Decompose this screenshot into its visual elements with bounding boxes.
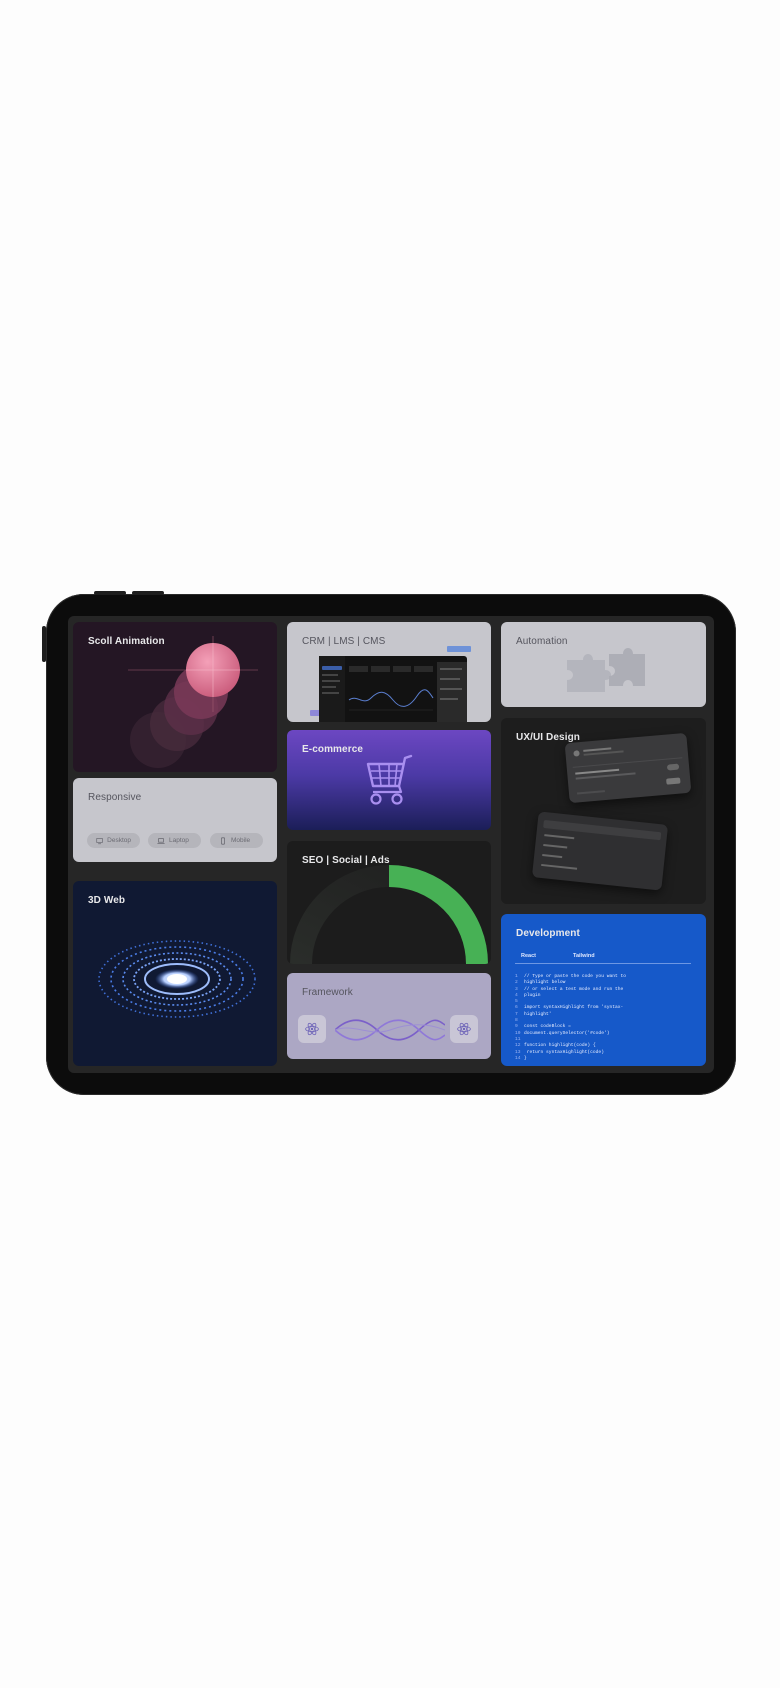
- shopping-cart-icon: [366, 754, 413, 805]
- gauge-fill: [388, 865, 488, 964]
- framework-badge-left: [298, 1015, 326, 1043]
- card-responsive[interactable]: Responsive Desktop Laptop Mobile: [73, 778, 277, 862]
- puzzle-icon: [567, 648, 645, 692]
- card-development[interactable]: Development React Tailwind 1// Type or p…: [501, 914, 706, 1066]
- code-text: return syntaxHighlight(code): [524, 1049, 604, 1055]
- card-title: CRM | LMS | CMS: [302, 636, 386, 647]
- tablet-screen: Scoll Animation Responsive Desktop Lapto…: [68, 616, 714, 1073]
- power-button: [42, 626, 46, 662]
- code-text: highlight below: [524, 980, 566, 986]
- line-number: 14: [515, 1055, 521, 1061]
- tab-divider: [515, 963, 691, 964]
- code-text: import syntaxHighlight from 'syntax-: [524, 1005, 624, 1011]
- card-title: Development: [516, 928, 580, 939]
- chip-laptop[interactable]: Laptop: [148, 833, 201, 848]
- chip-label: Desktop: [107, 837, 131, 844]
- card-title: UX/UI Design: [516, 732, 580, 743]
- card-scroll-animation[interactable]: Scoll Animation: [73, 622, 277, 772]
- atom-icon: [305, 1022, 319, 1036]
- seo-gauge: [290, 865, 488, 964]
- code-text: function highlight(code) {: [524, 1043, 596, 1049]
- chip-label: Laptop: [169, 837, 189, 844]
- card-title: E-commerce: [302, 744, 364, 755]
- code-text: plugin: [524, 992, 541, 998]
- atom-icon: [457, 1022, 471, 1036]
- wave-graphic: [335, 1019, 445, 1041]
- card-seo[interactable]: SEO | Social | Ads: [287, 841, 491, 964]
- tab-tailwind[interactable]: Tailwind: [573, 953, 595, 959]
- code-text: document.querySelector('#code'): [524, 1030, 610, 1036]
- chip-label: Mobile: [231, 837, 251, 844]
- card-ecommerce[interactable]: E-commerce: [287, 730, 491, 830]
- card-title: Framework: [302, 987, 353, 998]
- card-uxui[interactable]: UX/UI Design: [501, 718, 706, 904]
- galaxy-graphic: [98, 940, 256, 1018]
- card-framework[interactable]: Framework: [287, 973, 491, 1059]
- chip-mobile[interactable]: Mobile: [210, 833, 263, 848]
- dashboard-sidebar: [319, 656, 345, 722]
- ui-mock-settings: [564, 732, 692, 804]
- desktop-icon: [96, 837, 103, 844]
- code-line: 14}: [515, 1056, 695, 1062]
- cursor-tag: [447, 646, 471, 652]
- code-text: // Type or paste the code you want to: [524, 974, 626, 979]
- laptop-icon: [157, 837, 165, 844]
- code-text: const codeBlock =: [524, 1024, 571, 1030]
- dashboard-chart: [348, 689, 434, 711]
- card-automation[interactable]: Automation: [501, 622, 706, 707]
- card-title: Automation: [516, 636, 568, 647]
- code-text: }: [524, 1055, 527, 1061]
- volume-button: [94, 591, 126, 595]
- toggle-switch: [666, 763, 680, 771]
- card-title: Responsive: [88, 792, 142, 803]
- code-text: highlight': [524, 1011, 552, 1017]
- ui-mock-list: [531, 811, 669, 891]
- volume-button: [132, 591, 164, 595]
- code-block: 1// Type or paste the code you want to 2 h…: [515, 974, 695, 1062]
- dashboard-panel: [437, 662, 467, 722]
- tab-react[interactable]: React: [521, 953, 536, 959]
- code-text: // or select a test mode and run the: [524, 986, 624, 992]
- card-3d-web[interactable]: 3D Web: [73, 881, 277, 1066]
- card-crm[interactable]: CRM | LMS | CMS: [287, 622, 491, 722]
- mobile-icon: [221, 836, 225, 845]
- framework-badge-right: [450, 1015, 478, 1043]
- dashboard-preview: [319, 656, 467, 722]
- card-title: Scoll Animation: [88, 636, 165, 647]
- chip-desktop[interactable]: Desktop: [87, 833, 140, 848]
- card-title: 3D Web: [88, 895, 126, 906]
